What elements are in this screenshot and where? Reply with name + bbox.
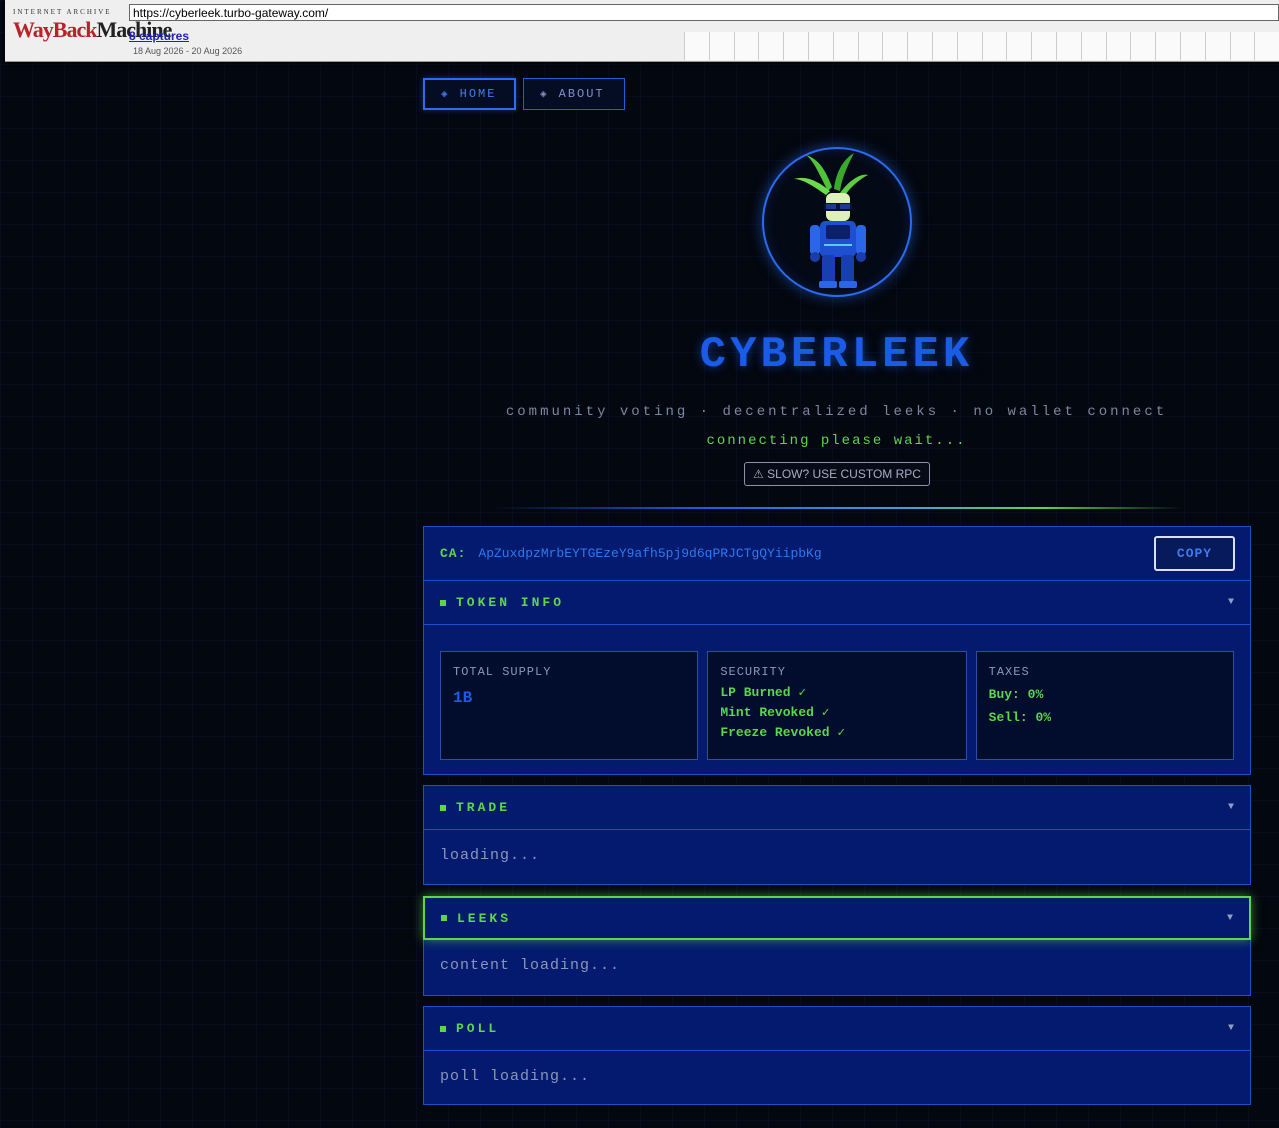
wayback-timeline[interactable] (684, 32, 1279, 60)
token-info-header[interactable]: TOKEN INFO ▼ (424, 581, 1250, 625)
poll-body: poll loading... (440, 1068, 591, 1085)
diamond-icon: ◈ (540, 89, 549, 101)
taxes-card: TAXES Buy: 0% Sell: 0% (975, 651, 1234, 760)
poll-title: POLL (456, 1021, 500, 1036)
wayback-date-range: 18 Aug 2026 - 20 Aug 2026 (133, 46, 243, 56)
token-info-title: TOKEN INFO (456, 595, 565, 610)
wayback-logo[interactable]: INTERNET ARCHIVE WayBackMachine (13, 8, 172, 50)
supply-label: TOTAL SUPPLY (453, 665, 552, 679)
nav-about-label: ABOUT (558, 87, 605, 101)
poll-panel: POLL ▼ poll loading... (423, 1006, 1251, 1105)
trade-body: loading... (440, 847, 541, 864)
taxes-label: TAXES (988, 665, 1030, 679)
security-card: SECURITY LP Burned ✓ Mint Revoked ✓ Free… (707, 651, 967, 760)
tagline: community voting · decentralized leeks ·… (505, 404, 1168, 420)
chevron-down-icon: ▼ (1226, 912, 1233, 924)
diamond-icon: ◈ (441, 89, 450, 101)
divider (492, 507, 1182, 509)
poll-header[interactable]: POLL ▼ (424, 1007, 1250, 1051)
buy-tax: Buy: 0% (988, 687, 1044, 702)
trade-header[interactable]: TRADE ▼ (424, 786, 1250, 830)
cyberleek-avatar (762, 147, 912, 297)
wayback-logo-top: INTERNET ARCHIVE (13, 8, 112, 16)
square-icon (440, 599, 446, 606)
security-item-mint: Mint Revoked ✓ (720, 705, 830, 720)
leeks-body: content loading... (440, 957, 621, 974)
ca-label: CA: (440, 546, 467, 561)
leeks-header[interactable]: LEEKS ▼ (423, 896, 1251, 940)
contract-address-row: CA: ApZuxdpzMrbEYTGEzeY9afh5pj9d6qPRJCTg… (424, 527, 1250, 581)
square-icon (441, 915, 447, 921)
wayback-url-input[interactable]: https://cyberleek.turbo-gateway.com/ (129, 4, 1279, 21)
wayback-logo-text: WayBackMachine (13, 17, 172, 42)
nav-home-button[interactable]: ◈ HOME (423, 78, 516, 110)
trade-panel: TRADE ▼ loading... (423, 785, 1251, 885)
supply-card: TOTAL SUPPLY 1B (440, 651, 699, 760)
wayback-toolbar: INTERNET ARCHIVE WayBackMachine https://… (5, 0, 1279, 62)
copy-button[interactable]: COPY (1154, 536, 1235, 571)
security-item-freeze: Freeze Revoked ✓ (720, 725, 846, 740)
supply-value: 1B (453, 689, 473, 707)
security-label: SECURITY (720, 665, 786, 679)
token-panel: CA: ApZuxdpzMrbEYTGEzeY9afh5pj9d6qPRJCTg… (423, 526, 1251, 775)
leeks-title: LEEKS (457, 910, 512, 926)
nav-home-label: HOME (459, 87, 497, 101)
nav-about-button[interactable]: ◈ ABOUT (523, 78, 625, 110)
chevron-down-icon: ▼ (1227, 1023, 1234, 1034)
chevron-down-icon: ▼ (1227, 802, 1234, 813)
leeks-panel: LEEKS ▼ content loading... (423, 896, 1251, 996)
security-item-lp: LP Burned ✓ (720, 685, 807, 700)
connection-status: connecting please wait... (706, 433, 967, 449)
leek-character-icon (794, 153, 868, 288)
chevron-down-icon: ▼ (1227, 597, 1234, 608)
trade-title: TRADE (456, 800, 511, 815)
custom-rpc-button[interactable]: ⚠ SLOW? USE CUSTOM RPC (744, 462, 930, 486)
main-nav: ◈ HOME ◈ ABOUT (423, 78, 625, 110)
ca-address[interactable]: ApZuxdpzMrbEYTGEzeY9afh5pj9d6qPRJCTgQYii… (478, 546, 821, 561)
wayback-captures-link[interactable]: 8 captures (129, 29, 189, 43)
page-title: CYBERLEEK (699, 330, 974, 380)
token-info-cards: TOTAL SUPPLY 1B SECURITY LP Burned ✓ Min… (424, 625, 1250, 775)
square-icon (440, 1025, 446, 1032)
sell-tax: Sell: 0% (988, 710, 1052, 725)
square-icon (440, 804, 446, 811)
